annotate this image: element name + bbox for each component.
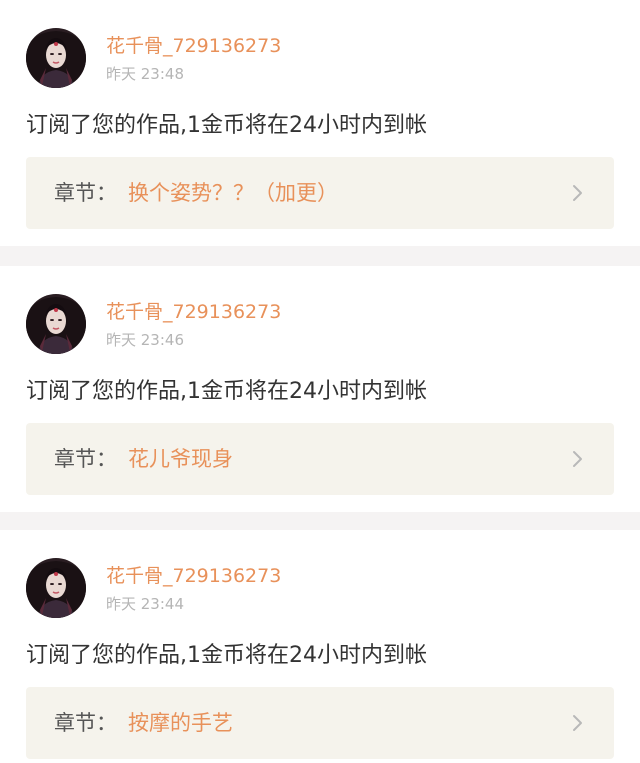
user-name-link[interactable]: 花千骨_729136273 <box>106 564 281 588</box>
timestamp: 昨天 23:46 <box>106 331 184 349</box>
chapter-title: 花儿爷现身 <box>128 447 233 471</box>
chapter-prefix-label: 章节： <box>54 447 117 471</box>
notification-card: 花千骨_729136273 昨天 23:48 订阅了您的作品,1金币将在24小时… <box>0 0 640 246</box>
user-name-link[interactable]: 花千骨_729136273 <box>106 300 281 324</box>
chevron-right-icon <box>573 451 582 467</box>
user-name-link[interactable]: 花千骨_729136273 <box>106 34 281 58</box>
chapter-prefix-label: 章节： <box>54 181 117 205</box>
chapter-link[interactable]: 章节： 按摩的手艺 <box>26 687 614 759</box>
notification-message: 订阅了您的作品,1金币将在24小时内到帐 <box>26 379 427 404</box>
user-avatar[interactable] <box>26 558 86 618</box>
chapter-link[interactable]: 章节： 花儿爷现身 <box>26 423 614 495</box>
notification-card: 花千骨_729136273 昨天 23:46 订阅了您的作品,1金币将在24小时… <box>0 266 640 512</box>
notification-feed: 花千骨_729136273 昨天 23:48 订阅了您的作品,1金币将在24小时… <box>0 0 640 763</box>
user-avatar[interactable] <box>26 28 86 88</box>
notification-message: 订阅了您的作品,1金币将在24小时内到帐 <box>26 643 427 668</box>
notification-message: 订阅了您的作品,1金币将在24小时内到帐 <box>26 113 427 138</box>
timestamp: 昨天 23:48 <box>106 65 184 83</box>
user-avatar[interactable] <box>26 294 86 354</box>
avatar-portrait-icon <box>26 558 86 618</box>
avatar-portrait-icon <box>26 28 86 88</box>
chevron-right-icon <box>573 715 582 731</box>
avatar-portrait-icon <box>26 294 86 354</box>
chapter-prefix-label: 章节： <box>54 711 117 735</box>
chapter-link[interactable]: 章节： 换个姿势？？（加更） <box>26 157 614 229</box>
chapter-title: 按摩的手艺 <box>128 711 233 735</box>
chevron-right-icon <box>573 185 582 201</box>
notification-card: 花千骨_729136273 昨天 23:44 订阅了您的作品,1金币将在24小时… <box>0 530 640 763</box>
chapter-title: 换个姿势？？（加更） <box>128 181 338 205</box>
timestamp: 昨天 23:44 <box>106 595 184 613</box>
